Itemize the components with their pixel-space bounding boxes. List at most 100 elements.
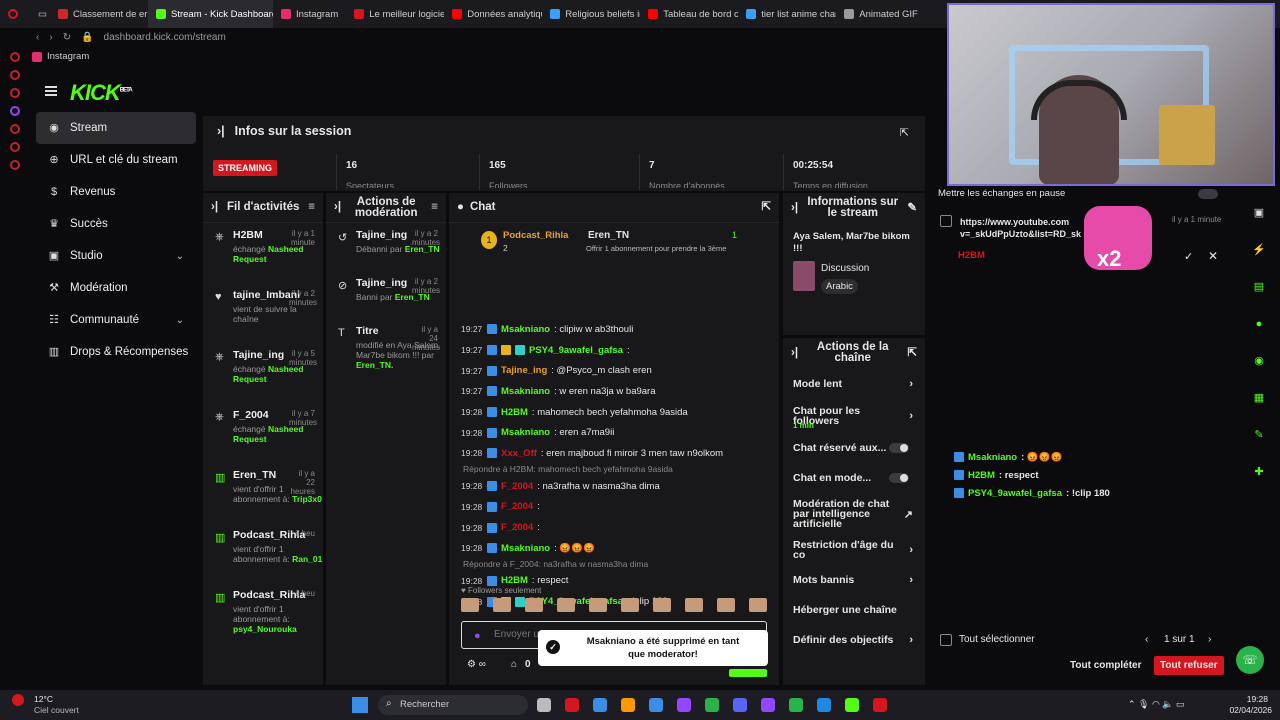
emote-icon[interactable]	[749, 598, 767, 612]
nav-item-studio[interactable]: ▣ Studio ⌄	[36, 240, 196, 272]
channel-setting[interactable]: Modération de chat par intelligence arti…	[783, 493, 925, 535]
chat-message[interactable]: 19:28 Xxx_Off: eren majboud fi miroir 3 m…	[449, 443, 779, 464]
message-user[interactable]: PSY4_9awafel_gafsa	[529, 345, 623, 356]
chevron-down-icon[interactable]: ⌄	[176, 251, 184, 262]
browser-tab[interactable]: Animated GIF	[836, 0, 926, 28]
bookmark-instagram[interactable]: Instagram	[32, 51, 89, 62]
collapse-icon[interactable]: ›|	[791, 202, 798, 214]
chevron-left-icon[interactable]: ›|	[217, 124, 225, 138]
edit-icon[interactable]: ✎	[907, 202, 917, 214]
message-user[interactable]: F_2004	[501, 501, 533, 512]
complete-all-button[interactable]: Tout compléter	[1070, 660, 1141, 671]
nav-item-stream[interactable]: ◉ Stream	[36, 112, 196, 144]
chevron-right-icon[interactable]: ›	[909, 574, 913, 586]
chat-message[interactable]: 19:28 Msakniano: eren a7ma9ii	[449, 422, 779, 443]
reload-icon[interactable]: ↻	[63, 32, 71, 43]
sidebar-app-icon[interactable]	[10, 160, 20, 170]
message-user[interactable]: H2BM	[501, 575, 528, 586]
category-name[interactable]: Discussion	[821, 263, 869, 274]
taskbar-search[interactable]: ⌕ Rechercher	[378, 695, 528, 715]
chat-message[interactable]: 19:28 F_2004:	[449, 517, 779, 538]
send-button[interactable]	[729, 669, 767, 677]
emote-icon[interactable]	[653, 598, 671, 612]
twitch-icon[interactable]	[10, 106, 20, 116]
browser-tab[interactable]: Instagram	[273, 0, 346, 28]
browser-tab[interactable]: Le meilleur logicie	[346, 0, 444, 28]
taskbar-app-icon[interactable]	[621, 698, 635, 712]
popout-icon[interactable]: ⇱	[900, 126, 909, 139]
emote-icon[interactable]	[557, 598, 575, 612]
browser-tab[interactable]: tier list anime char	[738, 0, 836, 28]
address-bar[interactable]: ‹ › ↻ 🔒 dashboard.kick.com/stream	[0, 28, 945, 46]
channel-setting[interactable]: Définir des objectifs ›	[783, 625, 925, 655]
tab-actions-icon[interactable]: ▭	[30, 0, 50, 28]
nav-item-drops-r-compenses[interactable]: ▥ Drops & Récompenses	[36, 336, 196, 368]
nav-item-revenus[interactable]: $ Revenus	[36, 176, 196, 208]
approve-icon[interactable]: ✓	[1184, 250, 1193, 263]
chat-message[interactable]: 19:28 Msakniano: 😡😡😡	[449, 538, 779, 559]
sidebar-app-icon[interactable]	[10, 142, 20, 152]
taskbar-app-icon[interactable]	[789, 698, 803, 712]
message-user[interactable]: F_2004	[501, 522, 533, 533]
taskbar-app-icon[interactable]	[873, 698, 887, 712]
refuse-all-button[interactable]: Tout refuser	[1154, 656, 1224, 675]
browser-tab[interactable]: Données analytiqu	[444, 0, 542, 28]
browser-tab[interactable]: Stream - Kick Dashboard	[148, 0, 273, 28]
chevron-right-icon[interactable]: ›	[909, 378, 913, 390]
select-all-checkbox[interactable]	[940, 634, 952, 646]
taskbar-app-icon[interactable]	[705, 698, 719, 712]
channel-setting[interactable]: Mode lent ›	[783, 369, 925, 399]
nav-item-succ-s[interactable]: ♛ Succès	[36, 208, 196, 240]
gift-offer-text[interactable]: Offrir 1 abonnement pour prendre la 3ème	[586, 244, 726, 253]
message-user[interactable]: Msakniano	[501, 386, 550, 397]
chevron-right-icon[interactable]: ›	[909, 410, 913, 422]
collapse-icon[interactable]: ›|	[334, 201, 341, 213]
message-user[interactable]: Msakniano	[501, 427, 550, 438]
channel-setting[interactable]: Mots bannis ›	[783, 565, 925, 595]
whatsapp-icon[interactable]: ☏	[1236, 646, 1264, 674]
channel-setting[interactable]: Chat en mode...	[783, 463, 925, 493]
popout-icon[interactable]: ⇱	[761, 201, 771, 213]
menu-icon[interactable]	[45, 86, 57, 96]
collapse-icon[interactable]: ›|	[211, 201, 218, 213]
message-user[interactable]: F_2004	[501, 481, 533, 492]
tray-icons[interactable]: ⌃ 🎙 ◠ 🔈 ▭	[1128, 699, 1185, 710]
next-page-icon[interactable]: ›	[1208, 634, 1211, 645]
taskbar-app-icon[interactable]	[677, 698, 691, 712]
chat-message[interactable]: 19:28 F_2004:	[449, 497, 779, 518]
nav-item-communaut-[interactable]: ☷ Communauté ⌄	[36, 304, 196, 336]
taskbar-app-icon[interactable]	[565, 698, 579, 712]
external-link-icon[interactable]: ↗	[904, 508, 913, 521]
lightning-icon[interactable]: ⚡	[1246, 237, 1272, 263]
chat-message[interactable]: 19:28 H2BM: mahomech bech yefahmoha 9asid…	[449, 402, 779, 423]
stream-tag[interactable]: Arabic	[821, 279, 858, 294]
start-icon[interactable]	[352, 697, 368, 713]
filter-icon[interactable]: ≡	[431, 201, 438, 213]
nav-item-url-et-cl-du-stream[interactable]: ⊕ URL et clé du stream	[36, 144, 196, 176]
chat-message[interactable]: 19:27 Msakniano: clipiw w ab3thouli	[449, 319, 779, 340]
emote-icon[interactable]	[685, 598, 703, 612]
emote-icon[interactable]	[589, 598, 607, 612]
sidebar-app-icon[interactable]	[10, 124, 20, 134]
channel-setting[interactable]: Héberger une chaîne	[783, 595, 925, 625]
prev-page-icon[interactable]: ‹	[1145, 634, 1148, 645]
chevron-right-icon[interactable]: ›	[909, 544, 913, 556]
message-user[interactable]: Msakniano	[501, 543, 550, 554]
setting-toggle[interactable]	[889, 443, 909, 453]
taskbar-app-icon[interactable]	[761, 698, 775, 712]
back-icon[interactable]: ‹	[36, 32, 39, 43]
browser-tab[interactable]: Tableau de bord c	[640, 0, 738, 28]
fullscreen-icon[interactable]: ▣	[1246, 200, 1272, 226]
chat-message[interactable]: 19:28 F_2004: na3rafha w nasma3ha dima	[449, 476, 779, 497]
collapse-icon[interactable]: ›|	[791, 347, 798, 359]
gifter-name[interactable]: Eren_TN	[588, 230, 629, 241]
wrench-icon[interactable]: ✎	[1246, 422, 1272, 448]
taskbar-app-icon[interactable]	[649, 698, 663, 712]
chat-message[interactable]: 19:27 Msakniano: w eren na3ja w ba9ara	[449, 381, 779, 402]
reject-icon[interactable]: ✕	[1208, 249, 1218, 263]
taskbar-app-icon[interactable]	[817, 698, 831, 712]
sidebar-app-icon[interactable]	[10, 70, 20, 80]
sidebar-app-icon[interactable]	[10, 52, 20, 62]
emote-icon[interactable]	[461, 598, 479, 612]
browser-tab[interactable]: Classement de ere	[50, 0, 148, 28]
